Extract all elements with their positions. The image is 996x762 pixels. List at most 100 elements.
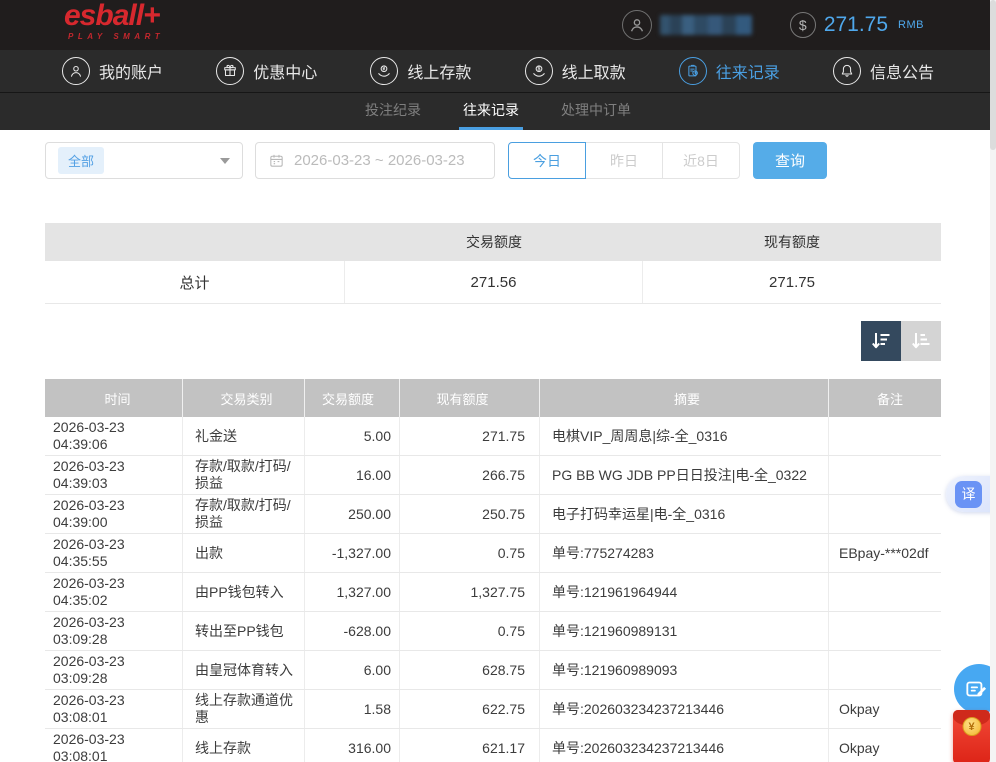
cell-remark	[829, 417, 941, 455]
query-button[interactable]: 查询	[753, 142, 827, 179]
tab-processing-orders[interactable]: 处理中订单	[557, 93, 635, 130]
type-filter-dropdown[interactable]: 全部	[45, 142, 243, 179]
cell-summary: PG BB WG JDB PP日日投注|电-全_0322	[540, 456, 829, 494]
today-button[interactable]: 今日	[508, 142, 586, 179]
cell-amount: 6.00	[305, 651, 400, 689]
summary-balance-total: 271.75	[643, 261, 941, 303]
cell-type: 线上存款通道优惠	[183, 690, 305, 728]
scrollbar-thumb[interactable]	[990, 0, 996, 150]
cell-type: 由PP钱包转入	[183, 573, 305, 611]
cell-amount: 5.00	[305, 417, 400, 455]
svg-text:¥: ¥	[383, 67, 386, 73]
cell-summary: 单号:202603234237213446	[540, 690, 829, 728]
cell-summary: 单号:121960989131	[540, 612, 829, 650]
last-8-days-button[interactable]: 近8日	[662, 142, 740, 179]
user-cluster: $ 271.75 RMB	[622, 10, 924, 40]
table-row: 2026-03-23 03:09:28 转出至PP钱包 -628.00 0.75…	[45, 612, 941, 651]
table-row: 2026-03-23 04:35:55 出款 -1,327.00 0.75 单号…	[45, 534, 941, 573]
table-row: 2026-03-23 03:09:28 由皇冠体育转入 6.00 628.75 …	[45, 651, 941, 690]
cell-type: 礼金送	[183, 417, 305, 455]
cell-balance: 266.75	[400, 456, 540, 494]
cell-summary: 单号:121960989093	[540, 651, 829, 689]
cell-amount: -628.00	[305, 612, 400, 650]
nav-label: 优惠中心	[253, 59, 317, 83]
sort-ascending-button[interactable]	[901, 321, 941, 361]
username-blurred	[660, 15, 752, 35]
gold-coin-icon: ¥	[962, 717, 981, 736]
user-account[interactable]	[622, 10, 752, 40]
date-range-input[interactable]: 2026-03-23 ~ 2026-03-23	[255, 142, 495, 179]
main-nav: 我的账户 优惠中心 ¥ 线上存款 $ 线上取款 往来记录	[0, 50, 996, 92]
cell-amount: 250.00	[305, 495, 400, 533]
summary-header-row: 交易额度 现有额度	[45, 223, 941, 261]
cell-remark	[829, 456, 941, 494]
tab-bet-records[interactable]: 投注纪录	[361, 93, 425, 130]
col-header-type[interactable]: 交易类别	[183, 379, 305, 417]
cell-time: 2026-03-23 03:09:28	[45, 612, 183, 650]
cell-summary: 电棋VIP_周周息|综-全_0316	[540, 417, 829, 455]
cell-amount: 316.00	[305, 729, 400, 762]
cell-time: 2026-03-23 03:09:28	[45, 651, 183, 689]
table-header-row: 时间 交易类别 交易额度 现有额度 摘要 备注	[45, 379, 941, 417]
balance-amount: 271.75	[824, 13, 888, 37]
cell-remark: Okpay	[829, 690, 941, 728]
avatar-icon	[622, 10, 652, 40]
gift-icon	[216, 57, 244, 85]
cell-remark: Okpay	[829, 729, 941, 762]
edit-note-icon	[963, 676, 989, 702]
svg-text:$: $	[537, 67, 540, 73]
nav-item-withdraw[interactable]: $ 线上取款	[525, 57, 626, 85]
summary-header-balance: 现有额度	[643, 232, 941, 252]
col-header-remark[interactable]: 备注	[829, 379, 941, 417]
chevron-down-icon	[220, 158, 230, 164]
cell-time: 2026-03-23 03:08:01	[45, 729, 183, 762]
sort-descending-button[interactable]	[861, 321, 901, 361]
table-row: 2026-03-23 04:39:00 存款/取款/打码/损益 250.00 2…	[45, 495, 941, 534]
cell-balance: 622.75	[400, 690, 540, 728]
red-envelope-button[interactable]: ¥	[953, 710, 990, 762]
table-row: 2026-03-23 03:08:01 线上存款通道优惠 1.58 622.75…	[45, 690, 941, 729]
scrollbar-track[interactable]	[990, 0, 996, 762]
balance-display[interactable]: $ 271.75 RMB	[790, 12, 924, 38]
brand-logo[interactable]: esball+ PLAY SMART	[64, 1, 164, 41]
nav-label: 我的账户	[99, 59, 163, 83]
transactions-table: 时间 交易类别 交易额度 现有额度 摘要 备注 2026-03-23 04:39…	[45, 379, 941, 762]
translate-widget[interactable]: 译	[946, 476, 996, 512]
top-bar: esball+ PLAY SMART $ 271.75 RMB	[0, 0, 996, 50]
sub-nav: 投注纪录 往来记录 处理中订单	[0, 92, 996, 130]
cell-balance: 250.75	[400, 495, 540, 533]
nav-label: 往来记录	[716, 59, 780, 83]
col-header-amount[interactable]: 交易额度	[305, 379, 400, 417]
cell-remark	[829, 495, 941, 533]
col-header-time[interactable]: 时间	[45, 379, 183, 417]
cell-balance: 0.75	[400, 612, 540, 650]
table-row: 2026-03-23 03:08:01 线上存款 316.00 621.17 单…	[45, 729, 941, 762]
summary-table: 交易额度 现有额度 总计 271.56 271.75	[45, 223, 941, 304]
nav-item-announcements[interactable]: 信息公告	[833, 57, 934, 85]
cell-balance: 628.75	[400, 651, 540, 689]
cell-summary: 单号:775274283	[540, 534, 829, 572]
cell-type: 转出至PP钱包	[183, 612, 305, 650]
nav-item-deposit[interactable]: ¥ 线上存款	[370, 57, 471, 85]
col-header-summary[interactable]: 摘要	[540, 379, 829, 417]
nav-item-my-account[interactable]: 我的账户	[62, 57, 163, 85]
nav-item-records[interactable]: 往来记录	[679, 57, 780, 85]
date-range-value: 2026-03-23 ~ 2026-03-23	[294, 152, 465, 169]
yesterday-button[interactable]: 昨日	[585, 142, 663, 179]
nav-item-promotions[interactable]: 优惠中心	[216, 57, 317, 85]
col-header-balance[interactable]: 现有额度	[400, 379, 540, 417]
type-filter-value: 全部	[58, 147, 104, 174]
cell-remark: EBpay-***02df	[829, 534, 941, 572]
content-area: 全部 2026-03-23 ~ 2026-03-23 今日 昨日 近8日 查询 …	[45, 142, 941, 762]
summary-transaction-total: 271.56	[345, 261, 643, 303]
cell-time: 2026-03-23 04:39:03	[45, 456, 183, 494]
tab-transaction-records[interactable]: 往来记录	[459, 93, 523, 130]
deposit-icon: ¥	[370, 57, 398, 85]
cell-summary: 单号:121961964944	[540, 573, 829, 611]
cell-time: 2026-03-23 03:08:01	[45, 690, 183, 728]
sort-controls	[45, 321, 941, 361]
user-icon	[62, 57, 90, 85]
bell-icon	[833, 57, 861, 85]
cell-time: 2026-03-23 04:35:02	[45, 573, 183, 611]
records-icon	[679, 57, 707, 85]
